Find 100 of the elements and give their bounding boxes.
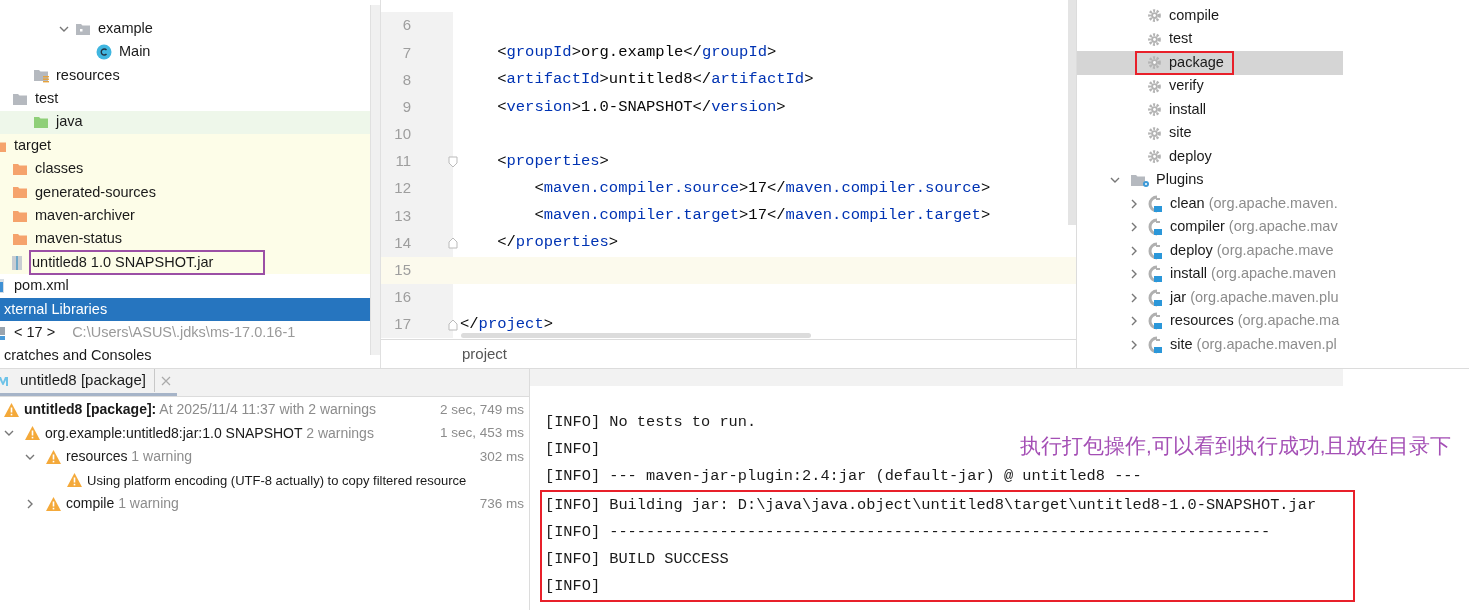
code-line: <artifactId>untitled8</artifactId> (496, 69, 814, 91)
file-label: generated-sources (34, 182, 157, 202)
line-number: 7 (381, 39, 453, 67)
build-tree-item[interactable]: untitled8 [package]: At 2025/11/4 11:37 with 2 warnings 2 sec, 749 ms (0, 398, 529, 422)
build-message: untitled8 [package]: At 2025/11/4 11:37 with 2 warnings (24, 400, 376, 420)
console-line: [INFO] --- maven-jar-plugin:2.4:jar (default-jar) @ untitled8 --- (545, 466, 1142, 488)
build-tree-item[interactable]: org.example:untitled8:jar:1.0 SNAPSHOT 2 warnings 1 sec, 453 ms (0, 421, 529, 445)
build-tree-item[interactable]: Using platform encoding (UTF-8 actually) to copy filtered resource (0, 468, 529, 492)
tree-item[interactable]: cratches and Consoles (0, 344, 370, 368)
plugin-label: resources (org.apache.ma (1170, 311, 1340, 331)
file-label: resources (55, 65, 121, 85)
tab-label: untitled8 [package] (20, 369, 155, 392)
plugin-label: install (org.apache.maven (1170, 264, 1337, 284)
file-label: java (54, 112, 84, 132)
line-number: 10 (381, 120, 453, 148)
duration-label: 736 ms (479, 494, 524, 513)
build-message: org.example:untitled8:jar:1.0 SNAPSHOT 2 warnings (45, 423, 374, 443)
tree-item[interactable]: < 17 > C:\Users\ASUS\.jdks\ms-17.0.16-1 (0, 321, 370, 345)
tree-label: Plugins (1156, 170, 1204, 190)
jar-file-icon (9, 254, 25, 271)
console-line: [INFO] (545, 439, 601, 461)
lifecycle-item[interactable]: deploy (1077, 145, 1343, 169)
lifecycle-label: verify (1169, 76, 1204, 96)
lifecycle-label: package (1169, 52, 1224, 72)
tree-item[interactable]: classes (0, 157, 370, 181)
code-line: </properties> (496, 232, 619, 254)
gear-icon (1147, 8, 1162, 24)
console-line: [INFO] ------------------------------------------------------------------------ (545, 522, 1271, 544)
lifecycle-label: site (1169, 123, 1192, 143)
plugin-label: site (org.apache.maven.pl (1170, 334, 1337, 354)
plugin-item[interactable]: deploy (org.apache.mave (1077, 239, 1343, 263)
scrollbar[interactable] (461, 333, 811, 338)
class-icon (96, 44, 112, 61)
build-tree-item[interactable]: resources 1 warning 302 ms (0, 445, 529, 469)
lifecycle-label: install (1169, 99, 1207, 119)
gear-icon (1147, 55, 1162, 71)
folder-icon (12, 161, 28, 178)
lifecycle-label: test (1169, 29, 1193, 49)
file-label: example (97, 18, 154, 38)
build-tree-item[interactable]: compile 1 warning 736 ms (0, 492, 529, 516)
line-number: 8 (381, 66, 453, 94)
lifecycle-item[interactable]: compile (1077, 4, 1343, 28)
tree-item[interactable]: Plugins (1077, 168, 1343, 192)
plugin-label: compiler (org.apache.mav (1170, 217, 1338, 237)
build-message: compile 1 warning (66, 494, 179, 514)
console-line: [INFO] BUILD SUCCESS (545, 549, 729, 571)
plugin-label: jar (org.apache.maven.plu (1170, 287, 1339, 307)
lifecycle-item[interactable]: site (1077, 121, 1343, 145)
file-label: cratches and Consoles (3, 346, 153, 366)
tree-item[interactable]: maven-status (0, 227, 370, 251)
tree-item[interactable]: example (0, 17, 370, 41)
lifecycle-label: deploy (1169, 146, 1212, 166)
plugin-label: clean (org.apache.maven. (1170, 193, 1338, 213)
lifecycle-item[interactable]: test (1077, 27, 1343, 51)
resources-folder-icon (33, 67, 49, 84)
plugin-item[interactable]: site (org.apache.maven.pl (1077, 333, 1343, 357)
tree-item[interactable]: untitled8 1.0 SNAPSHOT.jar (0, 250, 370, 275)
line-number: 16 (381, 283, 453, 312)
tree-item[interactable]: Main (0, 40, 370, 64)
plugin-label: deploy (org.apache.mave (1170, 240, 1334, 260)
file-label: < 17 > (13, 322, 57, 342)
breadcrumb[interactable]: project (462, 342, 508, 366)
line-number: 17 (381, 311, 453, 339)
plugin-item[interactable]: jar (org.apache.maven.plu (1077, 286, 1343, 310)
code-line: <groupId>org.example</groupId> (496, 42, 777, 64)
duration-label: 2 sec, 749 ms (439, 400, 524, 419)
file-label: classes (34, 159, 85, 179)
gear-icon (1147, 149, 1162, 165)
tree-item[interactable]: resources (0, 63, 370, 88)
code-line: <version>1.0-SNAPSHOT</version> (496, 96, 786, 118)
plugin-item[interactable]: compiler (org.apache.mav (1077, 215, 1343, 239)
folder-icon (12, 231, 28, 248)
lifecycle-item[interactable]: verify (1077, 74, 1343, 98)
scrollbar[interactable] (1068, 0, 1076, 225)
plugin-item[interactable]: resources (org.apache.ma (1077, 309, 1343, 333)
console-line: [INFO] Building jar: D:\java\java.object\untitled8\target\untitled8-1.0-SNAPSHOT.jar (545, 495, 1317, 517)
build-message: Using platform encoding (UTF-8 actually) to copy filtered resource (87, 471, 467, 490)
line-number: 11 (381, 147, 453, 176)
tree-item[interactable]: generated-sources (0, 180, 370, 205)
code-line: <properties> (496, 150, 609, 172)
tree-item[interactable]: java (0, 110, 370, 134)
tree-item[interactable]: test (0, 87, 370, 111)
tree-item[interactable]: maven-archiver (0, 204, 370, 228)
tree-item[interactable]: target (0, 133, 370, 158)
scrollbar[interactable] (370, 5, 380, 355)
line-number: 9 (381, 93, 453, 121)
plugin-item[interactable]: clean (org.apache.maven. (1077, 192, 1343, 216)
path-label: C:\Users\ASUS\.jdks\ms-17.0.16-1 (72, 322, 296, 342)
line-number: 6 (381, 12, 453, 40)
duration-label: 302 ms (479, 447, 524, 466)
tree-item[interactable]: xternal Libraries (0, 297, 370, 322)
close-icon (160, 375, 171, 386)
plugin-item[interactable]: install (org.apache.maven (1077, 262, 1343, 286)
tree-item[interactable]: pom.xml (0, 274, 370, 298)
lifecycle-item[interactable]: package (1077, 51, 1343, 75)
line-number: 12 (381, 175, 453, 203)
console-line: [INFO] (545, 576, 601, 598)
duration-label: 1 sec, 453 ms (439, 424, 524, 443)
build-message: resources 1 warning (66, 447, 193, 467)
lifecycle-item[interactable]: install (1077, 98, 1343, 122)
